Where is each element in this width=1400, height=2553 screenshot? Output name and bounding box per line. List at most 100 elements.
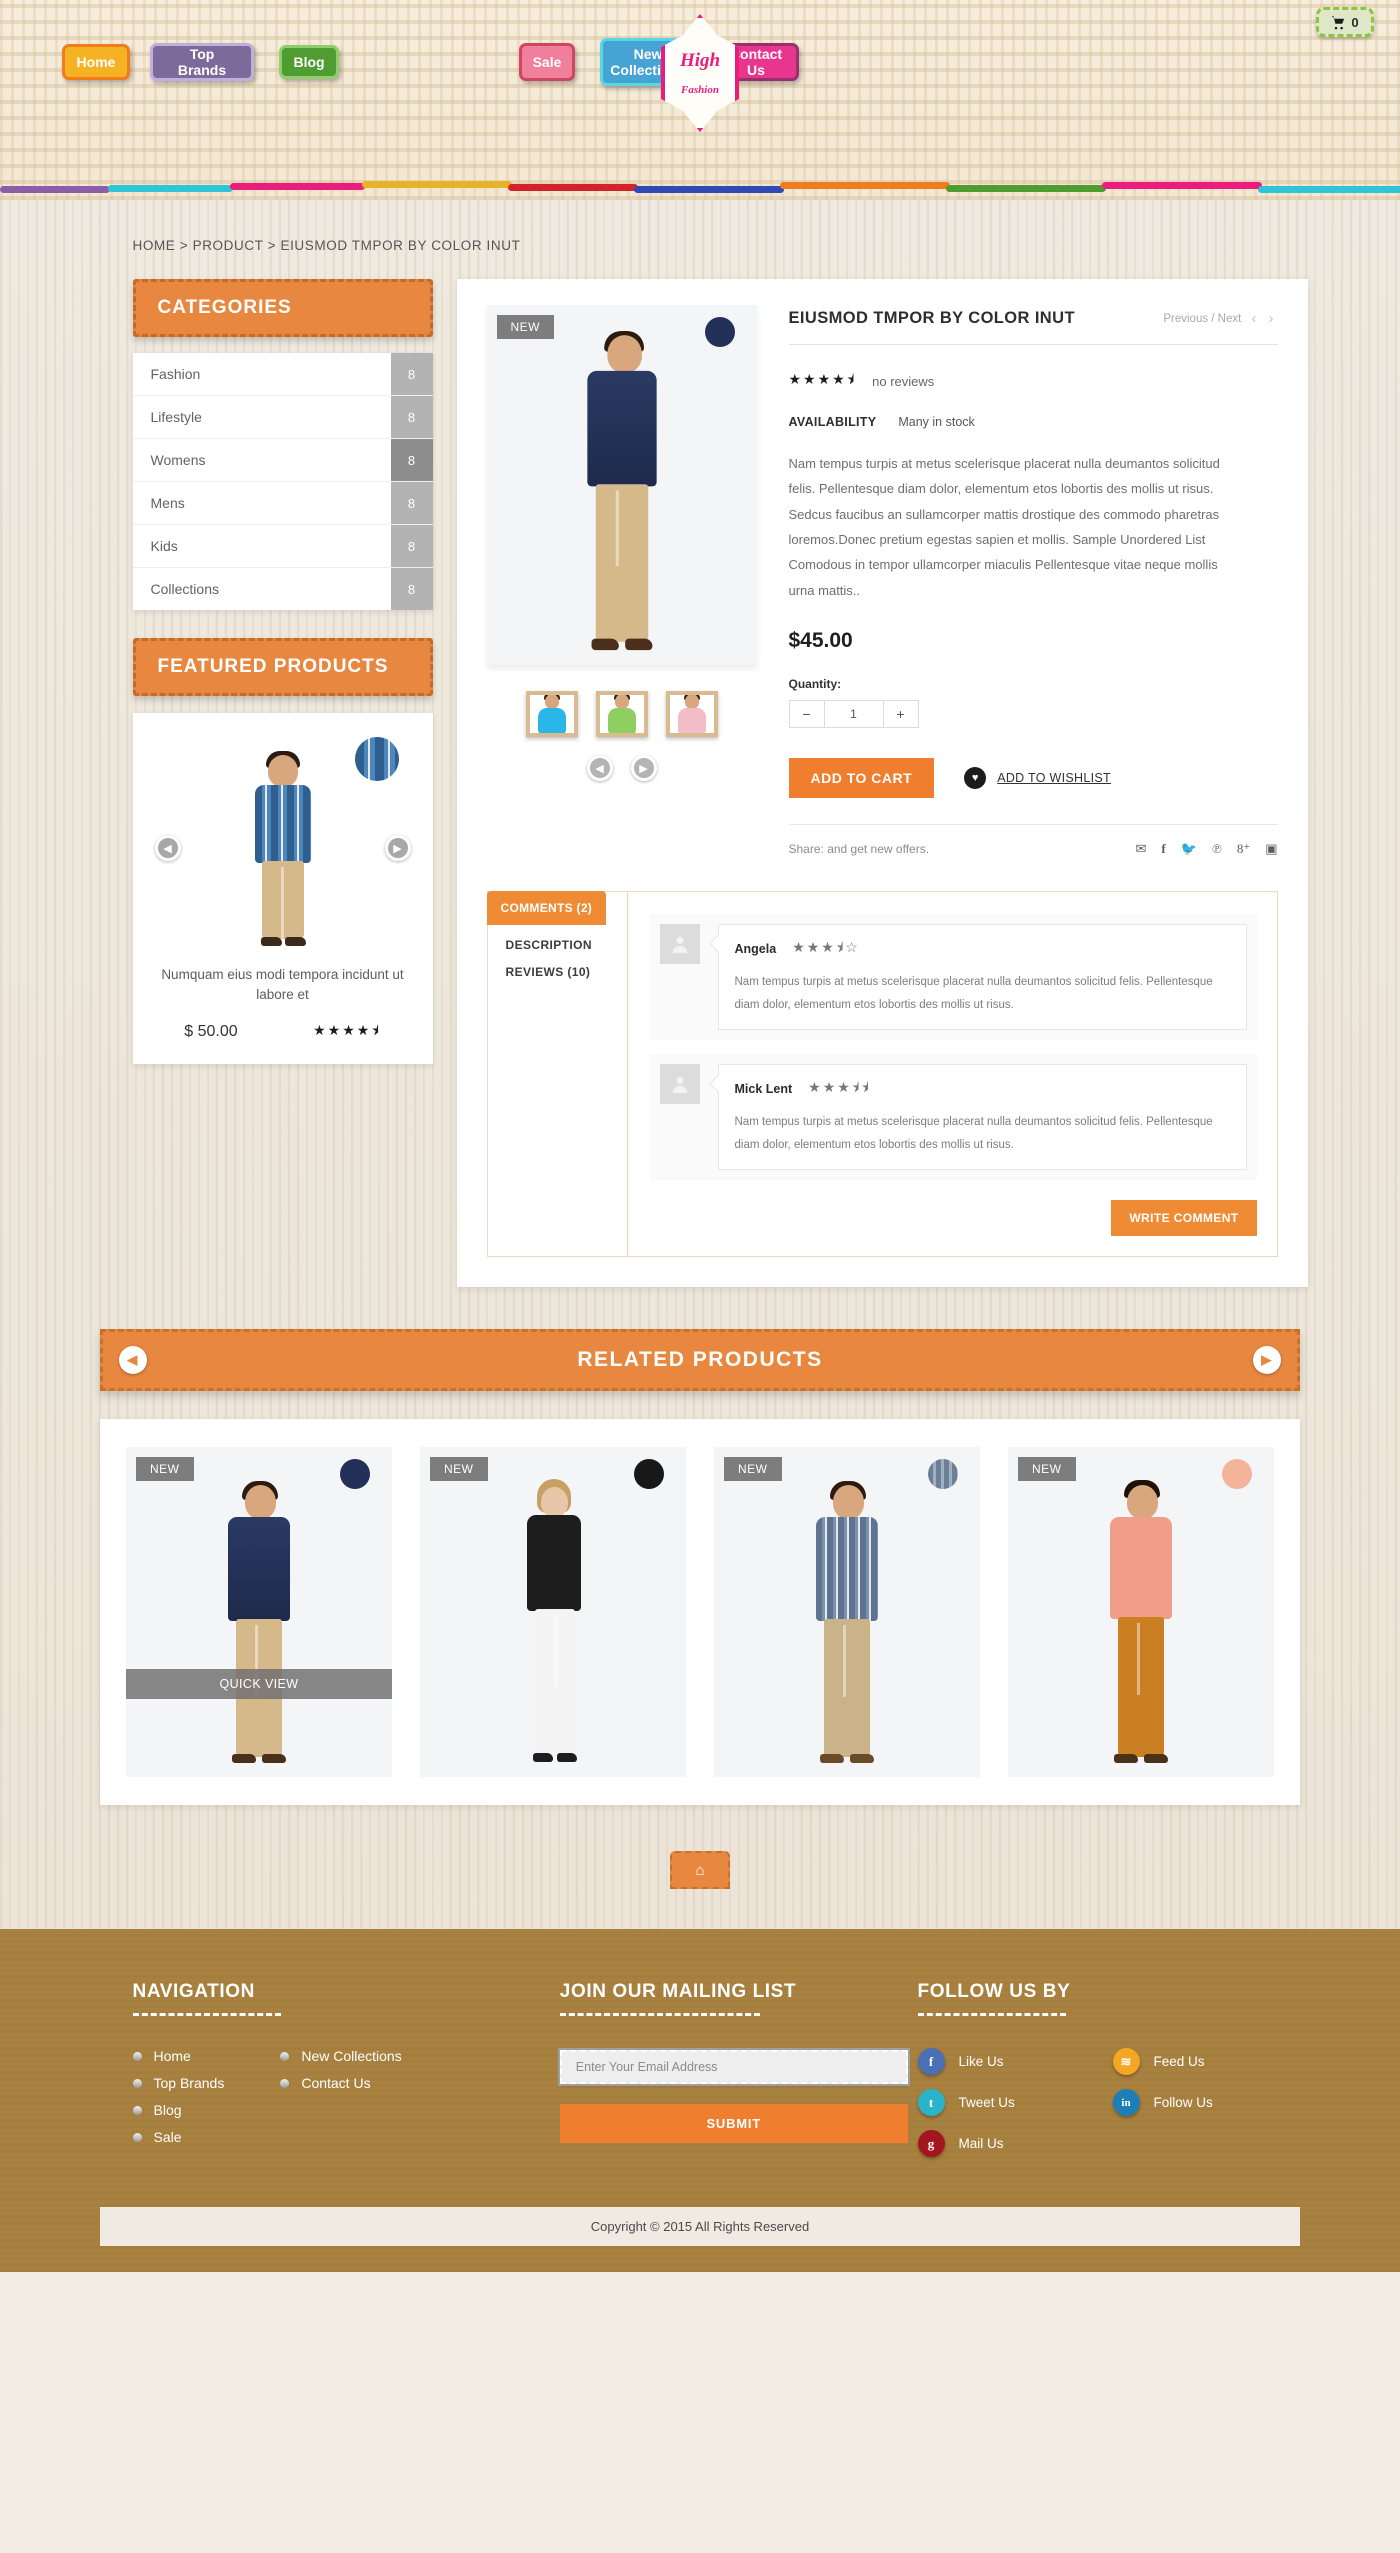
footer-links-col-2: New Collections Contact Us: [280, 2048, 402, 2156]
social-label: Feed Us: [1153, 2054, 1205, 2070]
tabs-column: COMMENTS (2) DESCRIPTION REVIEWS (10): [486, 891, 628, 1257]
footer-link-sale[interactable]: Sale: [132, 2129, 225, 2146]
footer-columns: NAVIGATION Home Top Brands Blog Sale New…: [93, 1981, 1308, 2171]
footer-link-contact-us[interactable]: Contact Us: [280, 2075, 401, 2091]
twitter-icon[interactable]: 🐦: [1181, 841, 1197, 857]
footer-navigation-column: NAVIGATION Home Top Brands Blog Sale New…: [132, 1981, 560, 2171]
site-logo[interactable]: High Fashion: [661, 14, 739, 132]
nav-item-sale[interactable]: Sale: [519, 43, 575, 81]
category-count: 8: [390, 525, 433, 567]
nav-item-home[interactable]: Home: [62, 44, 130, 80]
color-swatch[interactable]: [340, 1459, 370, 1490]
color-swatch[interactable]: [1222, 1459, 1252, 1490]
new-badge: NEW: [724, 1457, 782, 1482]
logo-line-2: Fashion: [681, 84, 719, 96]
submit-button[interactable]: SUBMIT: [559, 2104, 908, 2144]
bullet-icon: [132, 2105, 142, 2115]
related-product-card[interactable]: NEW: [420, 1447, 686, 1778]
product-tabs: COMMENTS (2) DESCRIPTION REVIEWS (10) An…: [486, 891, 1278, 1258]
pinterest-icon[interactable]: ℗: [1212, 841, 1222, 857]
related-products-title: RELATED PRODUCTS: [577, 1348, 823, 1372]
related-prev-button[interactable]: ◀: [119, 1346, 147, 1375]
quantity-input[interactable]: 1: [824, 700, 883, 729]
availability-label: AVAILABILITY: [788, 415, 877, 429]
related-product-card[interactable]: NEW: [714, 1447, 980, 1778]
related-next-button[interactable]: ▶: [1253, 1346, 1281, 1375]
sidebar-item-kids[interactable]: Kids 8: [132, 525, 433, 568]
social-link-twitter[interactable]: t Tweet Us: [917, 2089, 1113, 2117]
add-to-wishlist-button[interactable]: ♥ ADD TO WISHLIST: [964, 767, 1111, 790]
featured-prev-button[interactable]: ◀: [154, 835, 181, 861]
related-product-card[interactable]: NEW QUICK VIEW: [126, 1447, 392, 1778]
quantity-decrease-button[interactable]: −: [788, 700, 825, 729]
wishlist-label: ADD TO WISHLIST: [997, 771, 1111, 786]
social-link-rss[interactable]: ≋ Feed Us: [1112, 2048, 1308, 2076]
footer-link-top-brands[interactable]: Top Brands: [132, 2075, 224, 2091]
scroll-to-top-button[interactable]: ⌂: [670, 1851, 730, 1890]
footer-link-label: Sale: [153, 2129, 182, 2146]
social-label: Mail Us: [958, 2136, 1004, 2152]
facebook-icon: f: [917, 2048, 945, 2076]
thumbnail-pink[interactable]: [665, 691, 718, 737]
tab-comments[interactable]: COMMENTS (2): [486, 891, 607, 926]
comment-rating: ★★★⯨⯨: [808, 1079, 871, 1096]
featured-product-rating: ★★★★⯨: [313, 1021, 381, 1038]
google-icon: g: [917, 2130, 945, 2158]
reviews-count-label[interactable]: no reviews: [872, 374, 934, 389]
featured-product-card[interactable]: ◀ ▶ Numquam eius modi tempora incidunt u…: [132, 713, 433, 1064]
quick-view-button[interactable]: QUICK VIEW: [126, 1669, 392, 1700]
gallery-prev-button[interactable]: ◀: [586, 755, 613, 781]
related-product-card[interactable]: NEW: [1008, 1447, 1274, 1778]
instagram-icon[interactable]: ▣: [1265, 841, 1277, 857]
product-price: $45.00: [788, 629, 853, 653]
new-badge: NEW: [430, 1457, 488, 1482]
facebook-icon[interactable]: f: [1161, 841, 1165, 857]
sidebar-item-fashion[interactable]: Fashion 8: [132, 353, 433, 396]
footer-social-column: FOLLOW US BY f Like Us ≋ Feed Us t Tweet…: [917, 1981, 1308, 2171]
sidebar-item-collections[interactable]: Collections 8: [133, 568, 433, 610]
category-label: Collections: [150, 581, 219, 597]
sidebar-item-lifestyle[interactable]: Lifestyle 8: [132, 396, 433, 439]
quantity-increase-button[interactable]: +: [882, 700, 919, 729]
share-text: Share: and get new offers.: [788, 842, 930, 857]
new-badge: NEW: [496, 315, 554, 339]
breadcrumb[interactable]: HOME > PRODUCT > EIUSMOD TMPOR BY COLOR …: [93, 200, 1308, 279]
featured-product-image: ◀ ▶: [147, 727, 419, 949]
google-plus-icon[interactable]: 8⁺: [1237, 841, 1250, 857]
social-link-linkedin[interactable]: in Follow Us: [1112, 2089, 1308, 2117]
color-swatch[interactable]: [634, 1459, 664, 1490]
quantity-stepper[interactable]: − 1 +: [788, 700, 919, 729]
color-swatch[interactable]: [928, 1459, 958, 1490]
page-root: 0 Home Top Brands Blog Sale New Collecti…: [0, 0, 1400, 2272]
categories-list: Fashion 8 Lifestyle 8 Womens 8 Mens 8 Ki…: [132, 353, 433, 610]
footer-link-home[interactable]: Home: [132, 2048, 225, 2064]
footer-link-blog[interactable]: Blog: [132, 2102, 225, 2119]
sidebar-item-mens[interactable]: Mens 8: [132, 482, 433, 525]
bullet-icon: [132, 2078, 142, 2088]
tab-description[interactable]: DESCRIPTION: [488, 925, 627, 952]
add-to-cart-button[interactable]: ADD TO CART: [788, 758, 935, 799]
tab-reviews[interactable]: REVIEWS (10): [488, 952, 627, 979]
gallery-next-button[interactable]: ▶: [630, 755, 657, 781]
social-link-google[interactable]: g Mail Us: [917, 2130, 1113, 2158]
social-link-facebook[interactable]: f Like Us: [917, 2048, 1113, 2076]
thumbnail-blue[interactable]: [525, 691, 578, 737]
color-swatch-navy[interactable]: [704, 317, 735, 347]
prev-next-nav[interactable]: Previous / Next ‹ ›: [1163, 310, 1277, 327]
prev-next-arrows-icon[interactable]: ‹ ›: [1251, 310, 1277, 327]
featured-next-button[interactable]: ▶: [384, 835, 411, 861]
footer-link-label: Blog: [153, 2102, 182, 2119]
product-detail-card: NEW ◀ ▶ EIUSMOD TMPOR BY COLOR INUT Prev…: [456, 279, 1308, 1288]
product-main-image[interactable]: NEW: [486, 305, 757, 665]
nav-item-top-brands[interactable]: Top Brands: [150, 43, 254, 81]
cart-button[interactable]: 0: [1316, 7, 1374, 37]
mail-icon[interactable]: ✉: [1136, 841, 1147, 857]
footer-link-new-collections[interactable]: New Collections: [280, 2048, 402, 2064]
thumbnail-green[interactable]: [595, 691, 648, 737]
email-field[interactable]: Enter Your Email Address: [557, 2048, 910, 2087]
sidebar-item-womens[interactable]: Womens 8: [132, 439, 433, 482]
nav-item-blog[interactable]: Blog: [279, 45, 339, 79]
social-links: f Like Us ≋ Feed Us t Tweet Us in Follow…: [917, 2048, 1308, 2171]
write-comment-button[interactable]: WRITE COMMENT: [1111, 1200, 1257, 1237]
content-container: HOME > PRODUCT > EIUSMOD TMPOR BY COLOR …: [93, 200, 1308, 1288]
